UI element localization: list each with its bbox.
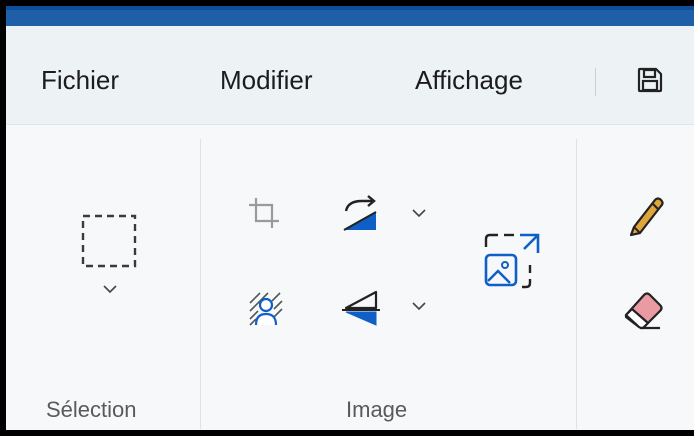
title-bar-accent: [6, 6, 694, 10]
group-separator: [200, 139, 201, 429]
flip-icon[interactable]: [340, 287, 384, 327]
group-separator-2: [576, 139, 577, 429]
paint-window: Fichier Modifier Affichage Sélection Ima…: [6, 6, 694, 430]
floppy-disk-icon[interactable]: [634, 64, 666, 96]
resize-icon[interactable]: [480, 229, 544, 293]
crop-icon[interactable]: [246, 195, 282, 231]
rectangle-select-icon[interactable]: [80, 213, 138, 269]
rotate-icon[interactable]: [340, 195, 384, 233]
remove-background-icon[interactable]: [246, 289, 286, 329]
group-label-image: Image: [346, 397, 408, 422]
title-bar: [6, 6, 694, 26]
group-label-selection: Sélection: [46, 397, 137, 422]
rotate-chevron-down-icon[interactable]: [411, 207, 427, 219]
menu-edit[interactable]: Modifier: [220, 64, 312, 96]
selection-chevron-down-icon[interactable]: [102, 283, 118, 295]
menu-view[interactable]: Affichage: [415, 64, 523, 96]
menu-bar: Fichier Modifier Affichage: [6, 26, 694, 125]
flip-chevron-down-icon[interactable]: [411, 300, 427, 312]
pencil-icon[interactable]: [624, 193, 666, 237]
menu-separator: [595, 68, 596, 96]
menu-file[interactable]: Fichier: [41, 64, 119, 96]
eraser-icon[interactable]: [620, 287, 666, 331]
ribbon: Sélection Image: [6, 125, 694, 430]
